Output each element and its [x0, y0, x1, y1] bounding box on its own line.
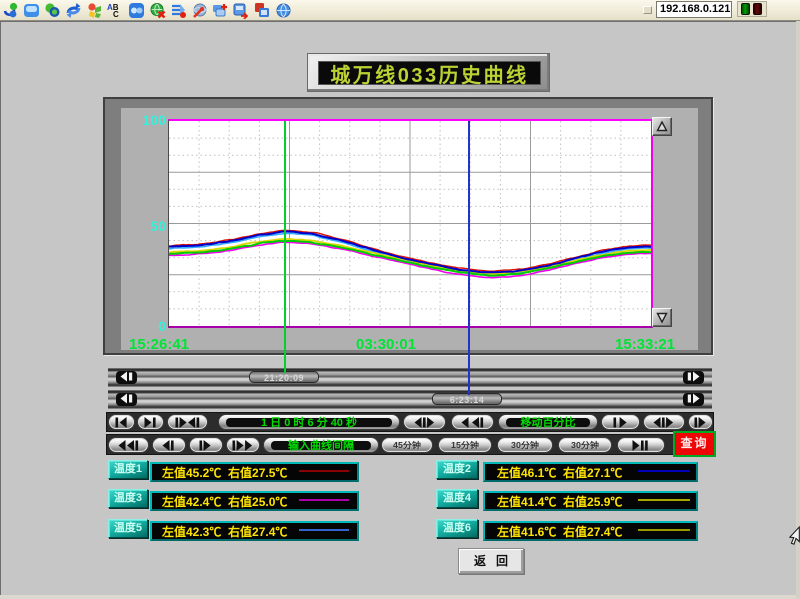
svg-text:C: C	[113, 10, 119, 19]
